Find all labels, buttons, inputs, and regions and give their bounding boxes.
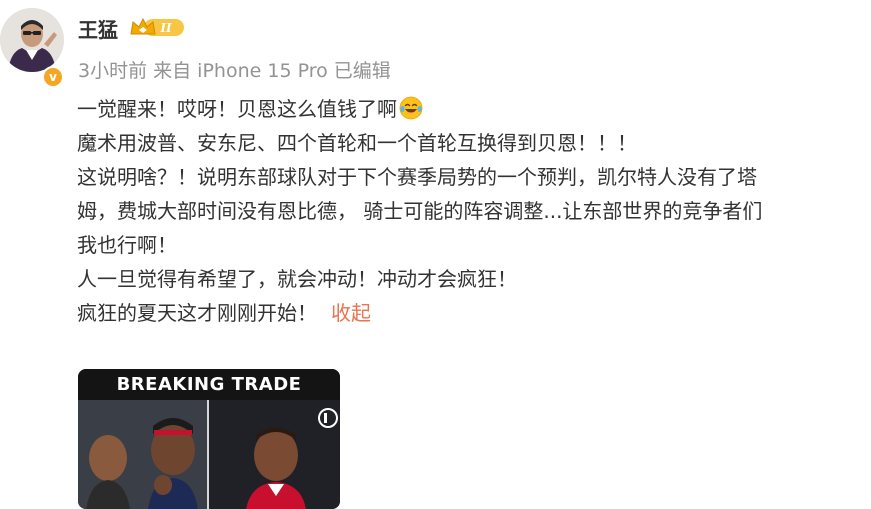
post-line: 人一旦觉得有希望了，就会冲动！冲动才会疯狂！	[77, 267, 517, 291]
post-line: 这说明啥？！说明东部球队对于下个赛季局势的一个预判，凯尔特人没有了塔	[77, 165, 757, 189]
post-body: 一觉醒来！哎呀！贝恩这么值钱了啊 魔术用波普、安东尼、四个首轮和一个首轮互换得到…	[77, 92, 871, 330]
post-line: 姆，费城大部时间没有恩比德， 骑士可能的阵容调整...让东部世界的竞争者们	[77, 199, 763, 223]
post-line: 我也行啊！	[77, 233, 177, 257]
laughing-tears-icon	[399, 96, 423, 120]
verified-badge-icon: v	[42, 66, 64, 88]
post-source: 来自 iPhone 15 Pro	[153, 60, 328, 82]
edited-label[interactable]: 已编辑	[334, 60, 391, 82]
author-avatar[interactable]	[0, 8, 64, 72]
vip-crown-icon[interactable]: II	[128, 15, 188, 39]
author-name[interactable]: 王猛	[78, 14, 118, 43]
post-line: 一觉醒来！哎呀！贝恩这么值钱了啊	[77, 92, 871, 126]
post-meta: 3小时前 来自 iPhone 15 Pro 已编辑	[78, 56, 391, 83]
post-time[interactable]: 3小时前	[78, 60, 147, 82]
vip-level-text: II	[159, 21, 172, 35]
post-line: 魔术用波普、安东尼、四个首轮和一个首轮互换得到贝恩！！！	[77, 131, 637, 155]
trade-photo	[78, 400, 340, 509]
post-line: 疯狂的夏天这才刚刚开始！ 收起	[77, 301, 371, 325]
collapse-link[interactable]: 收起	[331, 301, 371, 325]
breaking-trade-banner: BREAKING TRADE	[78, 369, 340, 400]
post-image[interactable]: BREAKING TRADE	[78, 369, 340, 509]
